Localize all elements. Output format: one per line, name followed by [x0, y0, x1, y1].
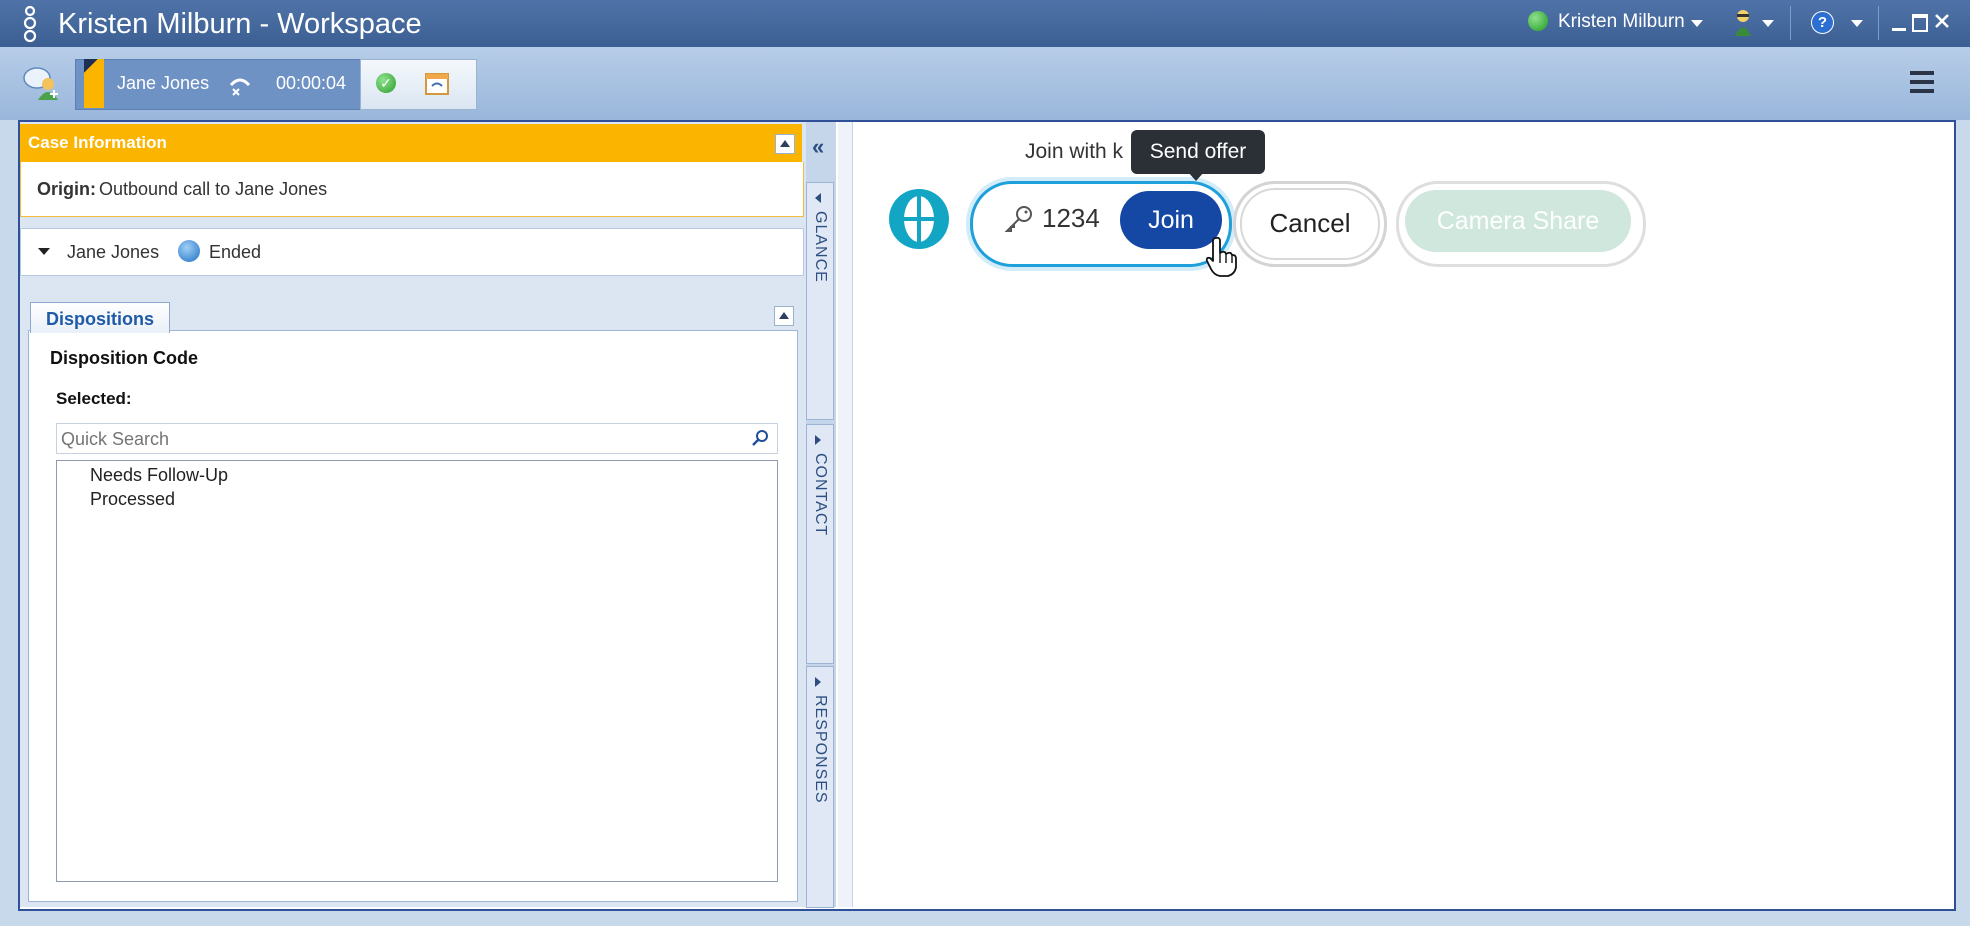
collapse-panel-icon[interactable]: « [812, 136, 824, 158]
case-information-title: Case Information [28, 133, 167, 152]
main-menu-icon[interactable] [1910, 71, 1934, 97]
close-icon[interactable] [1934, 13, 1950, 29]
cancel-button[interactable]: Cancel [1233, 181, 1387, 267]
disposition-code-heading: Disposition Code [50, 348, 198, 368]
list-item[interactable]: Needs Follow-Up [90, 465, 228, 486]
case-information-body: Origin: Outbound call to Jane Jones [20, 162, 804, 217]
camera-share-button[interactable]: Camera Share [1405, 190, 1631, 252]
chevron-down-icon[interactable] [1691, 20, 1703, 27]
agent-avatar-icon[interactable] [1733, 9, 1753, 37]
tab-dispositions[interactable]: Dispositions [30, 302, 170, 333]
tooltip-arrow [1188, 172, 1204, 181]
party-row[interactable]: Jane Jones Ended [20, 228, 804, 276]
origin-label: Origin: [37, 179, 96, 199]
minimize-icon[interactable] [1892, 28, 1906, 31]
chevron-down-icon[interactable] [1762, 20, 1774, 27]
schedule-callback-icon[interactable] [424, 70, 450, 96]
user-status-menu[interactable]: Kristen Milburn [1558, 10, 1685, 34]
window-title: Kristen Milburn - Workspace [58, 8, 422, 40]
caret-right-icon [815, 435, 821, 445]
session-key-code: 1234 [1042, 203, 1100, 233]
tab-responses-label: RESPONSES [812, 695, 829, 804]
party-name: Jane Jones [67, 242, 160, 262]
key-icon [1004, 206, 1032, 232]
case-information-header: Case Information [20, 124, 802, 162]
interaction-color-tag [84, 59, 104, 108]
origin-value: Outbound call to Jane Jones [99, 179, 328, 199]
tab-contact-label: CONTACT [812, 453, 829, 537]
selected-label: Selected: [56, 389, 132, 408]
maximize-icon[interactable] [1912, 14, 1928, 32]
tab-glance[interactable]: GLANCE [806, 182, 834, 420]
tab-responses[interactable]: RESPONSES [806, 666, 834, 908]
divider [1790, 6, 1791, 40]
caret-left-icon [815, 193, 821, 203]
caret-right-icon [815, 677, 821, 687]
interaction-timer: 00:00:04 [276, 73, 347, 93]
mark-done-button[interactable]: ✓ [376, 73, 396, 93]
disposition-code-list: Needs Follow-Up Processed [56, 460, 778, 882]
party-status-icon [178, 240, 200, 262]
help-icon[interactable]: ? [1811, 11, 1834, 34]
search-icon[interactable] [751, 428, 771, 448]
quick-search-field[interactable] [56, 423, 778, 454]
send-offer-tooltip: Send offer [1131, 130, 1265, 174]
hand-cursor-icon [1205, 236, 1237, 277]
tab-glance-label: GLANCE [812, 211, 829, 283]
app-logo-icon [23, 5, 37, 43]
divider [1878, 6, 1879, 40]
expand-caret-icon[interactable] [38, 248, 50, 255]
join-with-text: Join with k [1025, 140, 1124, 163]
tab-contact[interactable]: CONTACT [806, 424, 834, 664]
collapse-case-button[interactable] [775, 134, 795, 154]
presence-status-icon [1528, 11, 1548, 31]
interaction-contact-name: Jane Jones [117, 73, 210, 93]
quick-search-input[interactable] [59, 426, 743, 452]
glance-logo-icon [889, 189, 949, 249]
panel-splitter[interactable] [838, 122, 853, 907]
party-status: Ended [209, 242, 262, 262]
new-interaction-icon[interactable] [22, 64, 62, 104]
call-ended-icon [229, 78, 251, 96]
list-item[interactable]: Processed [90, 489, 175, 510]
chevron-down-icon[interactable] [1851, 20, 1863, 27]
collapse-dispositions-button[interactable] [774, 306, 794, 326]
